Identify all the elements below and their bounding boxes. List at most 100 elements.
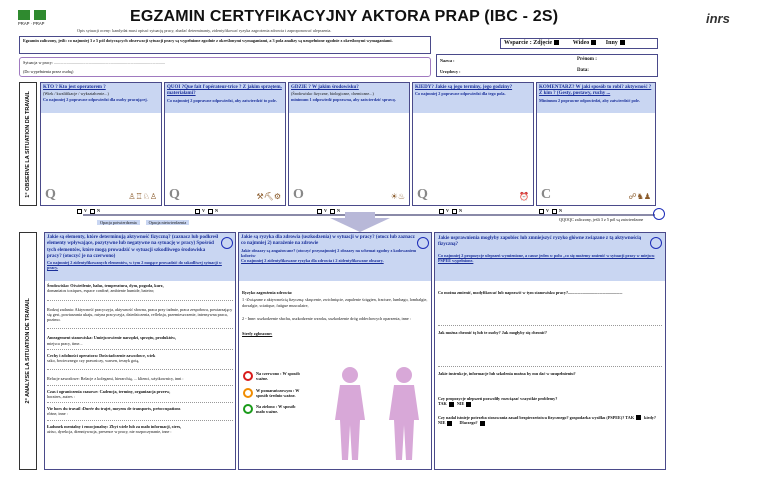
- date-label: Data:: [577, 68, 589, 73]
- v-label-1: V: [84, 208, 87, 213]
- observe-col-who: KTO ? Kto jest operatorem ? (Wiek / kwal…: [40, 82, 162, 206]
- mental-body: ażiso, dyrekcja, dienntywacja, presence …: [47, 428, 172, 434]
- improvements-header: Jakie usprawnienia mogłyby zapobiec lub …: [438, 236, 642, 248]
- risk-2: 2 - Inne: uszkodzenie słuchu, uszkodzeni…: [242, 315, 411, 321]
- what-req: Co najmniej 2 poprawne odpowiedzi, aby z…: [167, 97, 277, 103]
- analyse-col-risks: Jakie są ryzyka dla zdrowia (uszkodzenia…: [238, 232, 432, 470]
- v-checkbox-3[interactable]: [317, 208, 322, 214]
- body-back-icon[interactable]: [379, 365, 429, 465]
- support-photo-label: Wsparcie : Zdjęcie: [504, 40, 553, 46]
- determinants-req: Co najmniej 2 zidentyfikowanych elementó…: [47, 260, 222, 271]
- situation-sub: (Do wypełnienia przez osobę): [23, 69, 74, 75]
- improvements-req: Co najmniej 2 propozycje ulepszeń wymien…: [438, 252, 655, 263]
- improvements-circle[interactable]: [650, 237, 662, 249]
- q5-why-checkbox[interactable]: [479, 420, 485, 426]
- offwork-body: rôżne, inne :: [47, 411, 68, 417]
- support-video-label: Wideo: [572, 40, 590, 46]
- env-body: domaniatos toxiques, espace confiné, amb…: [47, 288, 155, 294]
- video-checkbox[interactable]: [591, 40, 597, 46]
- situation-box: Sytuacja w pracy: ......................…: [19, 57, 431, 77]
- how-letter: C: [541, 187, 552, 202]
- zone-green-label: Na zielono : W sposób mało ważne.: [256, 404, 296, 415]
- red-zone-icon: [243, 371, 253, 381]
- when-letter: Q: [417, 187, 428, 202]
- risk-1: 1 -Związane z aktywnością fizyczną: skrę…: [242, 297, 428, 308]
- situation-label[interactable]: Sytuacja w pracy: ......................…: [23, 60, 427, 65]
- photo-checkbox[interactable]: [554, 40, 560, 46]
- support-other-label: Inny: [605, 40, 618, 46]
- v-checkbox-5[interactable]: [539, 208, 544, 214]
- improve-q2[interactable]: Jak można chronić tę lub te osoby? Jak m…: [438, 330, 662, 335]
- n-label-2: N: [215, 208, 219, 213]
- task-body: Rodzaj zadania: Aktywność pracyczyja, ak…: [47, 306, 233, 323]
- legend-validated-label: Opacja potwierdzenia: [97, 220, 140, 226]
- risks-circle[interactable]: [417, 237, 429, 249]
- zones-title: Strefy zgłoszone:: [242, 331, 273, 336]
- improve-q1[interactable]: Co można zmienić, modyfikować lub napraw…: [438, 290, 662, 295]
- when-clock-icon: ⏰: [519, 192, 529, 201]
- analyse-side-label: 2° ANALYSE LA SITUATION DE TRAVAIL: [25, 298, 31, 404]
- zone-red-label: Na czerwono : W sposób ważne.: [256, 371, 300, 382]
- risks-sub: Jakie obszary są angażowane? (otoczyć pr…: [241, 247, 417, 258]
- down-arrow-icon: [330, 218, 390, 232]
- logo-right: inrs: [706, 11, 730, 26]
- q4-yes-label: TAK: [438, 401, 447, 406]
- n-checkbox-2[interactable]: [208, 208, 213, 214]
- when-req: Co najmniej 2 poprawne odpowiedzi dla te…: [415, 91, 506, 97]
- v-checkbox-4[interactable]: [439, 208, 444, 214]
- layout-body: miejsca pracy, time...: [47, 340, 83, 346]
- where-letter: O: [293, 187, 304, 202]
- how-title: KOMENTARZ? W jaki sposób to robi? aktywn…: [539, 85, 652, 97]
- who-figures-icon: ♙♖♘♙: [128, 192, 157, 201]
- n-label-3: N: [337, 208, 341, 213]
- q5-yes-checkbox[interactable]: [636, 415, 642, 421]
- n-checkbox-4[interactable]: [452, 208, 457, 214]
- risks-header: Jakie są ryzyka dla zdrowia (uszkodzenia…: [241, 235, 415, 247]
- observe-side: 1° OBSERVE LA SITUATION DE TRAVAIL: [19, 82, 37, 206]
- q4-no-label: NIE: [456, 401, 465, 406]
- green-zone-icon: [243, 404, 253, 414]
- body-front-icon[interactable]: [325, 365, 375, 465]
- v-checkbox-1[interactable]: [77, 208, 82, 214]
- improve-q5: Czy nadal istnieje potrzeba stosowania z…: [438, 414, 635, 420]
- where-req: minimum 1 odpowiedź poprawna, aby zatwie…: [291, 96, 396, 102]
- q4-yes-checkbox[interactable]: [448, 401, 454, 407]
- v-checkbox-2[interactable]: [195, 208, 200, 214]
- determinants-circle[interactable]: [221, 237, 233, 249]
- other-checkbox[interactable]: [619, 40, 625, 46]
- timeline-note: QQOQC zaliczony, jeśli 3 z 5 pól są zatw…: [559, 217, 644, 222]
- support-box: Wsparcie : Zdjęcie Wideo Inny: [500, 38, 658, 49]
- risk-title: Ryzyko zagrożenia zdrowia:: [242, 290, 293, 295]
- improve-q3[interactable]: Jakie instrukcje, informacje lub szkolen…: [438, 371, 662, 376]
- what-tools-icon: ⚒⛏⚙: [256, 192, 282, 201]
- n-checkbox-5[interactable]: [552, 208, 557, 214]
- analyse-side: 2° ANALYSE LA SITUATION DE TRAVAIL: [19, 232, 37, 470]
- who-letter: Q: [45, 187, 56, 202]
- v-label-2: V: [202, 208, 205, 213]
- observe-col-where: GDZIE ? W jakim środowisku? (Środowisko …: [288, 82, 410, 206]
- q5-no-checkbox[interactable]: [447, 420, 453, 426]
- logo-left-text: PRAP · PRAP: [18, 21, 45, 26]
- v-label-3: V: [324, 208, 327, 213]
- n-label-5: N: [559, 208, 563, 213]
- page-title: EGZAMIN CERTYFIKACYJNY AKTORA PRAP (IBC …: [130, 8, 559, 25]
- analyse-col-determinants: Jakie są elementy, które determinują akt…: [44, 232, 236, 470]
- how-req: Minimum 2 poprawne odpowiedzi, aby zatwi…: [539, 97, 640, 103]
- n-checkbox-1[interactable]: [90, 208, 95, 214]
- risks-req: Co najmniej 2 zidentyfikowane ryzyka dla…: [241, 258, 384, 263]
- v-label-4: V: [446, 208, 449, 213]
- firstname-label: Prénom :: [577, 57, 597, 62]
- who-req: Co najmniej 2 poprawne odpowiedzi dla os…: [43, 96, 148, 102]
- observe-side-label: 1° OBSERVE LA SITUATION DE TRAVAIL: [25, 90, 31, 198]
- instruction-text: Egzamin zaliczony, jeśli: co najmniej 3 …: [23, 38, 393, 43]
- identity-box: Nazwa : Prénom : Urzędowy : Data:: [436, 54, 658, 77]
- final-validation-circle[interactable]: [653, 208, 665, 220]
- subtitle: Opis sytuacji oceny: kandydat musi opisa…: [77, 28, 332, 33]
- q4-no-checkbox[interactable]: [466, 401, 472, 407]
- analyse-col-improvements: Jakie usprawnienia mogłyby zapobiec lub …: [434, 232, 666, 470]
- orange-zone-icon: [243, 387, 253, 398]
- observe-col-when: KIEDY? Jakie są jego terminy, jego godzi…: [412, 82, 534, 206]
- observe-grid: KTO ? Kto jest operatorem ? (Wiek / kwal…: [40, 82, 656, 206]
- n-checkbox-3[interactable]: [330, 208, 335, 214]
- what-title: QUOI ?Que fait l'opérateur-trice ? Z jak…: [167, 85, 282, 97]
